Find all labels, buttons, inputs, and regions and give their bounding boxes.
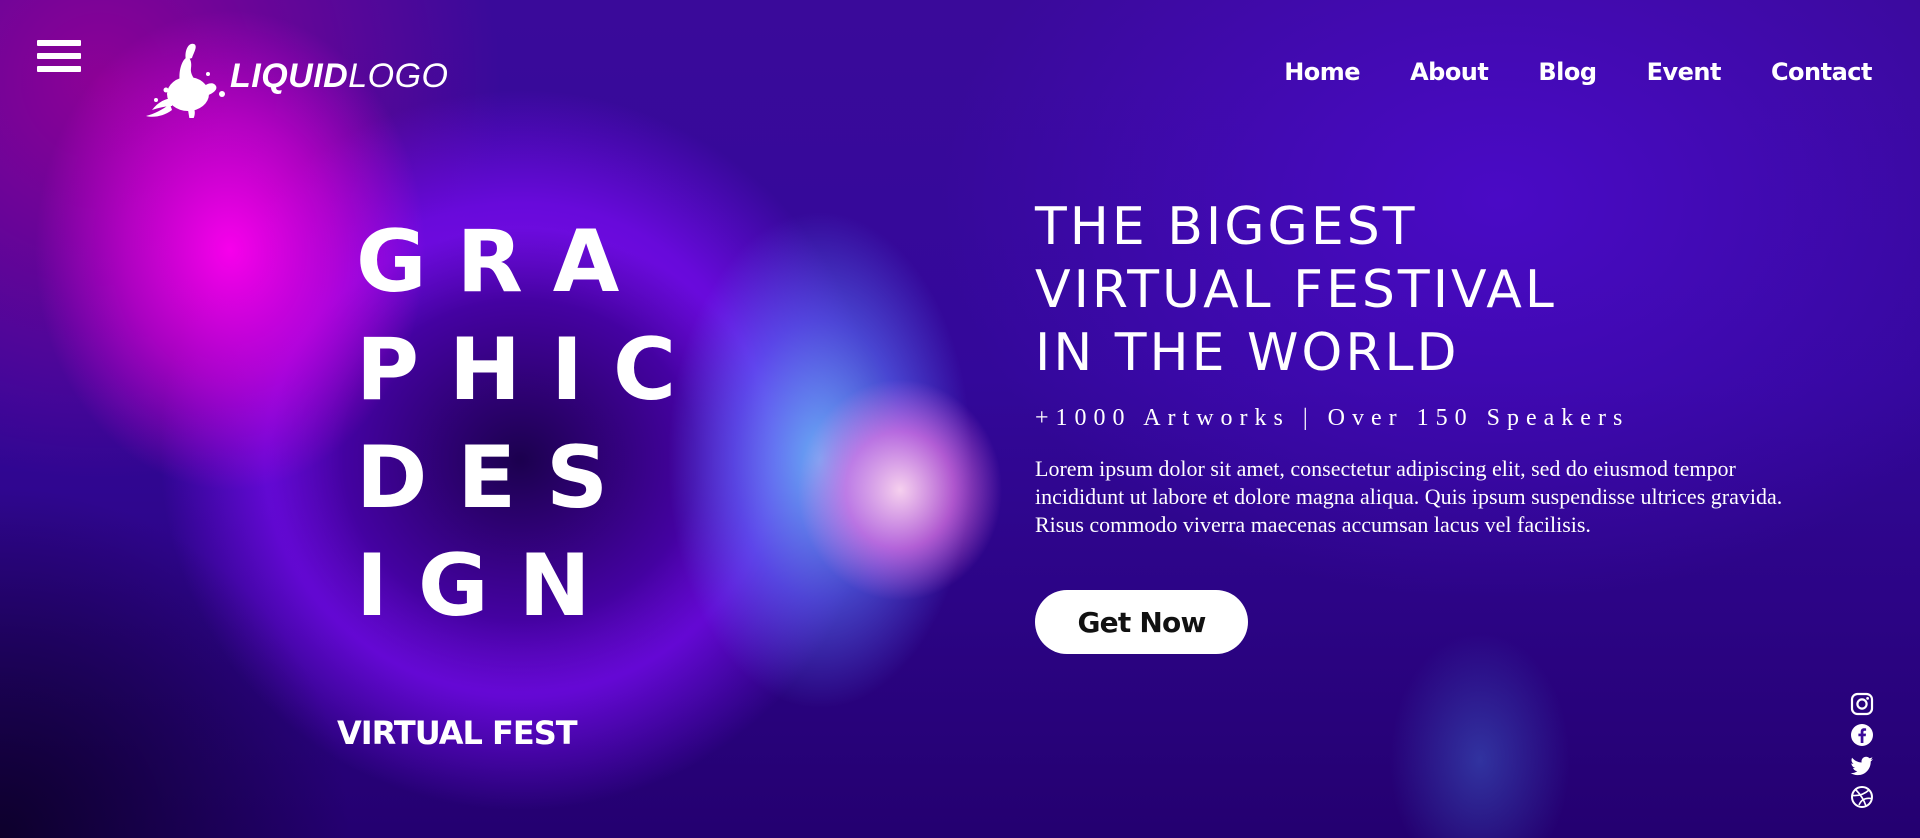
hero-title-line-2: VIRTUAL FESTIVAL bbox=[1035, 260, 1557, 320]
big-line-4: IGN bbox=[356, 536, 621, 636]
paint-splash-icon bbox=[146, 43, 225, 118]
hamburger-menu-icon[interactable] bbox=[37, 40, 81, 78]
hero-description-line-1: Lorem ipsum dolor sit amet, consectetur … bbox=[1035, 456, 1736, 481]
brand-logo[interactable]: LIQUIDLOGO bbox=[142, 38, 448, 118]
facebook-icon[interactable] bbox=[1850, 723, 1874, 747]
hero-description: Lorem ipsum dolor sit amet, consectetur … bbox=[1035, 455, 1905, 539]
hero-description-line-2: incididunt ut labore et dolore magna ali… bbox=[1035, 484, 1783, 509]
nav-about[interactable]: About bbox=[1410, 58, 1489, 86]
brand-logo-light: LOGO bbox=[348, 56, 449, 95]
twitter-icon[interactable] bbox=[1850, 754, 1874, 778]
big-line-3: DES bbox=[356, 428, 639, 528]
dribbble-icon[interactable] bbox=[1850, 785, 1874, 809]
landing-page: LIQUIDLOGO Home About Blog Event Contact… bbox=[0, 0, 1920, 838]
hero-title: THE BIGGEST VIRTUAL FESTIVAL IN THE WORL… bbox=[1035, 196, 1557, 385]
instagram-icon[interactable] bbox=[1850, 692, 1874, 716]
main-nav: Home About Blog Event Contact bbox=[1284, 58, 1872, 86]
nav-contact[interactable]: Contact bbox=[1771, 58, 1873, 86]
nav-event[interactable]: Event bbox=[1647, 58, 1722, 86]
get-now-button[interactable]: Get Now bbox=[1035, 590, 1248, 654]
hero-description-line-3: Risus commodo viverra maecenas accumsan … bbox=[1035, 512, 1591, 537]
background-vignette bbox=[0, 0, 1920, 838]
big-line-1: GRA bbox=[356, 212, 650, 312]
brand-logo-bold: LIQUID bbox=[230, 56, 349, 95]
hero-stats: +1000 Artworks | Over 150 Speakers bbox=[1035, 405, 1630, 431]
big-line-2: PHIC bbox=[356, 320, 707, 420]
graphic-design-heading: GRA PHIC DES IGN bbox=[356, 208, 706, 640]
nav-blog[interactable]: Blog bbox=[1538, 58, 1597, 86]
brand-logo-text: LIQUIDLOGO bbox=[230, 57, 448, 96]
nav-home[interactable]: Home bbox=[1284, 58, 1360, 86]
social-links bbox=[1850, 692, 1874, 816]
hero-title-line-3: IN THE WORLD bbox=[1035, 323, 1460, 383]
hero-title-line-1: THE BIGGEST bbox=[1035, 197, 1418, 257]
virtual-fest-label: VIRTUAL FEST bbox=[337, 714, 578, 752]
